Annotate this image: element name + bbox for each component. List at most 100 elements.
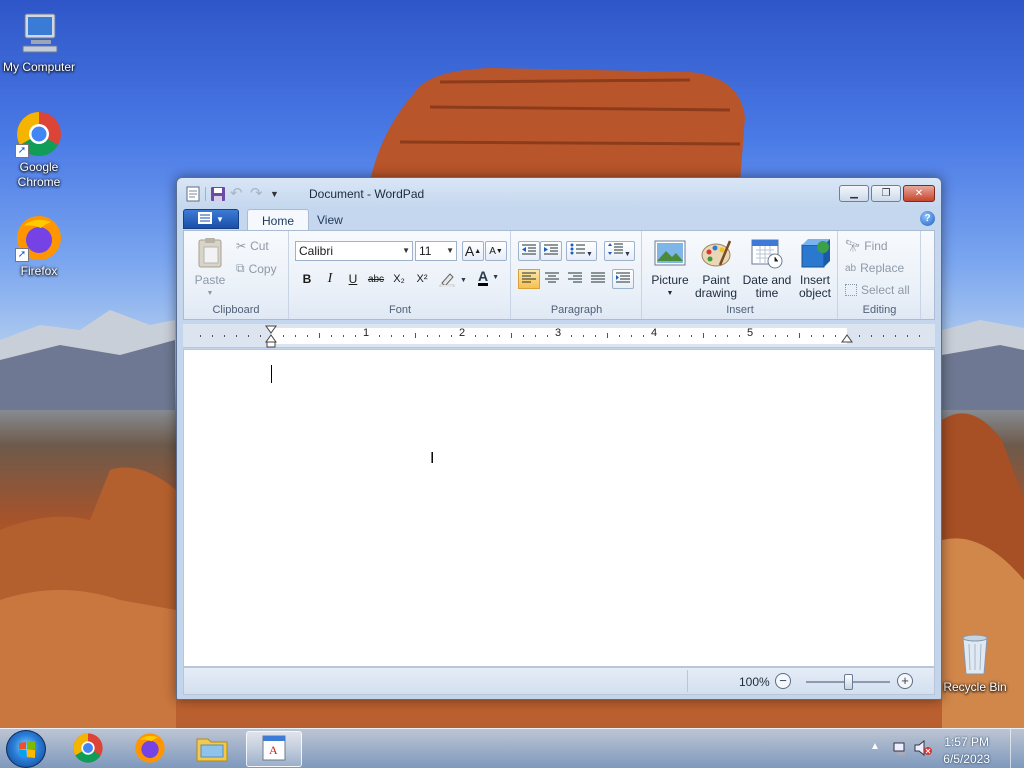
desktop-icon-my-computer[interactable]: My Computer (0, 10, 78, 75)
network-icon[interactable] (892, 740, 908, 759)
taskbar-wordpad[interactable]: A (246, 731, 302, 767)
maximize-button[interactable]: ❐ (871, 185, 901, 202)
underline-button[interactable]: U (342, 269, 364, 289)
status-bar: 100% − + (183, 667, 935, 695)
taskbar: A ▲ 1:57 PM 6/5/2023 (0, 728, 1024, 768)
title-bar[interactable]: ↶ ↷ ▼ Document - WordPad ▁ ❐ ✕ (177, 178, 941, 208)
line-spacing-button[interactable]: ▼ (604, 241, 635, 261)
font-size-value: 11 (419, 244, 432, 258)
text-cursor-icon: I (430, 450, 435, 467)
font-family-select[interactable]: Calibri ▼ (295, 241, 413, 261)
document-editor[interactable]: I (183, 349, 935, 667)
undo-icon[interactable]: ↶ (230, 186, 246, 202)
quick-access-toolbar: ↶ ↷ ▼ (185, 186, 286, 202)
ribbon-home: Paste ▼ ✂ Cut ⧉ Copy Clipboard Calibri ▼ 11… (183, 230, 935, 320)
group-label-insert: Insert (726, 304, 754, 316)
find-label: Find (864, 239, 888, 253)
group-label-editing: Editing (862, 304, 897, 316)
taskbar-chrome[interactable] (60, 731, 116, 767)
paste-label: Paste (194, 273, 226, 287)
font-group: Calibri ▼ 11 ▼ A ▲ A ▼ B I U abc X₂ X² ▼ A ▼… (290, 231, 511, 319)
taskbar-explorer[interactable] (184, 731, 240, 767)
select-all-icon (845, 284, 857, 296)
align-left-button[interactable] (518, 269, 540, 289)
insert-object-label-2: object (798, 286, 832, 300)
date-time-button[interactable]: Date and time (742, 237, 792, 300)
clock-date: 6/5/2023 (943, 752, 990, 766)
highlight-color-button[interactable]: ▼ (438, 271, 467, 290)
paragraph-dialog-button[interactable] (612, 269, 634, 289)
subscript-button[interactable]: X₂ (388, 269, 410, 289)
find-button[interactable]: 🔭︎ Find (845, 239, 888, 253)
chevron-down-icon: ▼ (666, 290, 674, 297)
volume-muted-icon[interactable] (914, 739, 932, 759)
desktop-icon-recycle-bin[interactable]: Recycle Bin (936, 630, 1014, 695)
tab-view[interactable]: View (303, 209, 357, 231)
cut-button[interactable]: ✂ Cut (236, 239, 269, 253)
ruler-number: 2 (459, 327, 466, 339)
justify-button[interactable] (587, 269, 609, 289)
line-spacing-icon (608, 243, 624, 259)
paint-palette-icon (700, 237, 732, 269)
chevron-down-icon: ▼ (460, 277, 467, 284)
ruler-number: 1 (363, 327, 370, 339)
taskbar-clock[interactable]: 1:57 PM 6/5/2023 (943, 734, 990, 768)
zoom-out-button[interactable]: − (775, 673, 791, 689)
shrink-font-button[interactable]: A ▼ (485, 241, 507, 261)
font-size-select[interactable]: 11 ▼ (415, 241, 457, 261)
desktop-icon-label: Google Chrome (17, 160, 61, 189)
application-menu-button[interactable]: ▼ (183, 209, 239, 229)
paste-icon (194, 237, 226, 269)
group-label-paragraph: Paragraph (550, 304, 603, 316)
desktop-icon-label: My Computer (2, 60, 76, 74)
select-all-button[interactable]: Select all (845, 283, 910, 297)
close-button[interactable]: ✕ (903, 185, 935, 202)
italic-button[interactable]: I (319, 269, 341, 289)
wordpad-app-icon[interactable] (185, 186, 201, 202)
font-color-icon: A (478, 268, 489, 286)
replace-button[interactable]: ab Replace (845, 261, 904, 275)
shrink-font-icon: A (489, 245, 496, 257)
svg-text:A: A (269, 743, 278, 757)
tab-home[interactable]: Home (247, 209, 310, 231)
wordpad-window: ↶ ↷ ▼ Document - WordPad ▁ ❐ ✕ ▼ Home Vi… (176, 177, 942, 700)
copy-button[interactable]: ⧉ Copy (236, 261, 277, 276)
grow-font-button[interactable]: A ▲ (462, 241, 484, 261)
paragraph-group: ▼ ▼ Paragraph (512, 231, 642, 319)
clock-time: 1:57 PM (944, 735, 989, 749)
list-button[interactable]: ▼ (566, 241, 597, 261)
copy-label: Copy (248, 261, 277, 276)
increase-indent-icon (543, 243, 559, 260)
superscript-button[interactable]: X² (411, 269, 433, 289)
save-icon[interactable] (210, 186, 226, 202)
help-icon[interactable]: ? (920, 211, 935, 226)
decrease-indent-button[interactable] (518, 241, 540, 261)
desktop-icon-google-chrome[interactable]: ➚ Google Chrome (0, 110, 78, 190)
increase-indent-button[interactable] (540, 241, 562, 261)
minimize-button[interactable]: ▁ (839, 185, 869, 202)
show-hidden-icons-icon[interactable]: ▲ (870, 741, 880, 752)
align-center-button[interactable] (541, 269, 563, 289)
replace-icon: ab (845, 262, 857, 274)
replace-label: Replace (860, 261, 905, 275)
insert-object-button[interactable]: Insert object (793, 237, 837, 300)
zoom-slider-thumb[interactable] (844, 674, 853, 690)
customize-toolbar-icon[interactable]: ▼ (270, 186, 286, 202)
paste-button[interactable]: Paste ▼ (192, 237, 228, 300)
bold-button[interactable]: B (296, 269, 318, 289)
strikethrough-button[interactable]: abc (365, 269, 387, 289)
zoom-in-button[interactable]: + (897, 673, 913, 689)
start-button[interactable] (6, 730, 46, 768)
picture-button[interactable]: Picture ▼ (647, 237, 693, 300)
redo-icon[interactable]: ↷ (250, 186, 266, 202)
desktop-icon-firefox[interactable]: ➚ Firefox (0, 214, 78, 279)
align-right-button[interactable] (564, 269, 586, 289)
show-desktop-button[interactable] (1010, 729, 1024, 768)
firefox-icon (134, 732, 166, 767)
text-caret (271, 365, 272, 383)
font-color-button[interactable]: A ▼ (478, 269, 499, 286)
taskbar-firefox[interactable] (122, 731, 178, 767)
paint-drawing-button[interactable]: Paint drawing (693, 237, 739, 300)
ruler[interactable]: 1 2 3 4 5 (183, 324, 935, 348)
ruler-number: 3 (555, 327, 562, 339)
